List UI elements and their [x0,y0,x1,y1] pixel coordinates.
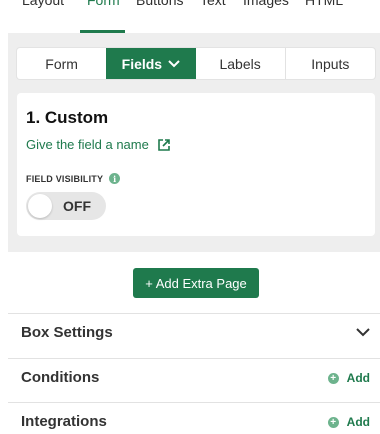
field-visibility-label: FIELD VISIBILITY i [26,173,121,184]
conditions-section: Conditions + Add [8,358,380,398]
field-visibility-text: FIELD VISIBILITY [26,173,104,184]
top-tab-bar: Layout Form Buttons Text Images HTML [0,0,380,33]
subtab-fields-label: Fields [121,55,163,72]
subtab-labels-label: Labels [219,55,261,72]
subtab-form[interactable]: Form [17,48,106,79]
subtab-inputs-label: Inputs [311,55,350,72]
tab-form[interactable]: Form [87,0,120,8]
info-icon[interactable]: i [109,173,121,184]
plus-icon: + [327,372,339,384]
tab-html[interactable]: HTML [305,0,343,8]
conditions-add-label: Add [346,371,370,385]
subtab-inputs[interactable]: Inputs [284,48,375,79]
field-title: 1. Custom [26,108,109,127]
chevron-down-icon [168,59,180,67]
conditions-title: Conditions [21,369,100,386]
subtab-labels[interactable]: Labels [196,48,285,79]
tab-images[interactable]: Images [243,0,289,8]
visibility-toggle[interactable]: OFF [26,192,106,220]
field-name-link[interactable]: Give the field a name [26,137,171,152]
chevron-down-icon[interactable] [356,327,370,337]
integrations-section: Integrations + Add [8,402,380,434]
external-link-icon [158,138,170,151]
conditions-add-button[interactable]: + Add [327,371,370,385]
fields-panel: Form Fields Labels Inputs 1. Custom Give… [8,33,380,252]
add-extra-page-button[interactable]: + Add Extra Page [133,268,259,298]
field-name-link-text: Give the field a name [26,137,149,152]
tab-text[interactable]: Text [200,0,226,8]
box-settings-section[interactable]: Box Settings [8,313,380,353]
sub-tab-bar: Form Fields Labels Inputs [17,48,375,79]
tab-buttons[interactable]: Buttons [136,0,183,8]
integrations-add-label: Add [346,415,370,429]
toggle-state: OFF [63,198,91,214]
subtab-fields[interactable]: Fields [106,48,196,79]
tab-layout[interactable]: Layout [22,0,64,8]
integrations-add-button[interactable]: + Add [327,415,370,429]
field-card: 1. Custom Give the field a name FIELD VI… [17,93,375,236]
integrations-title: Integrations [21,413,107,430]
box-settings-title: Box Settings [21,324,113,341]
subtab-form-label: Form [45,55,78,72]
plus-icon: + [327,416,339,428]
toggle-knob [28,194,52,218]
